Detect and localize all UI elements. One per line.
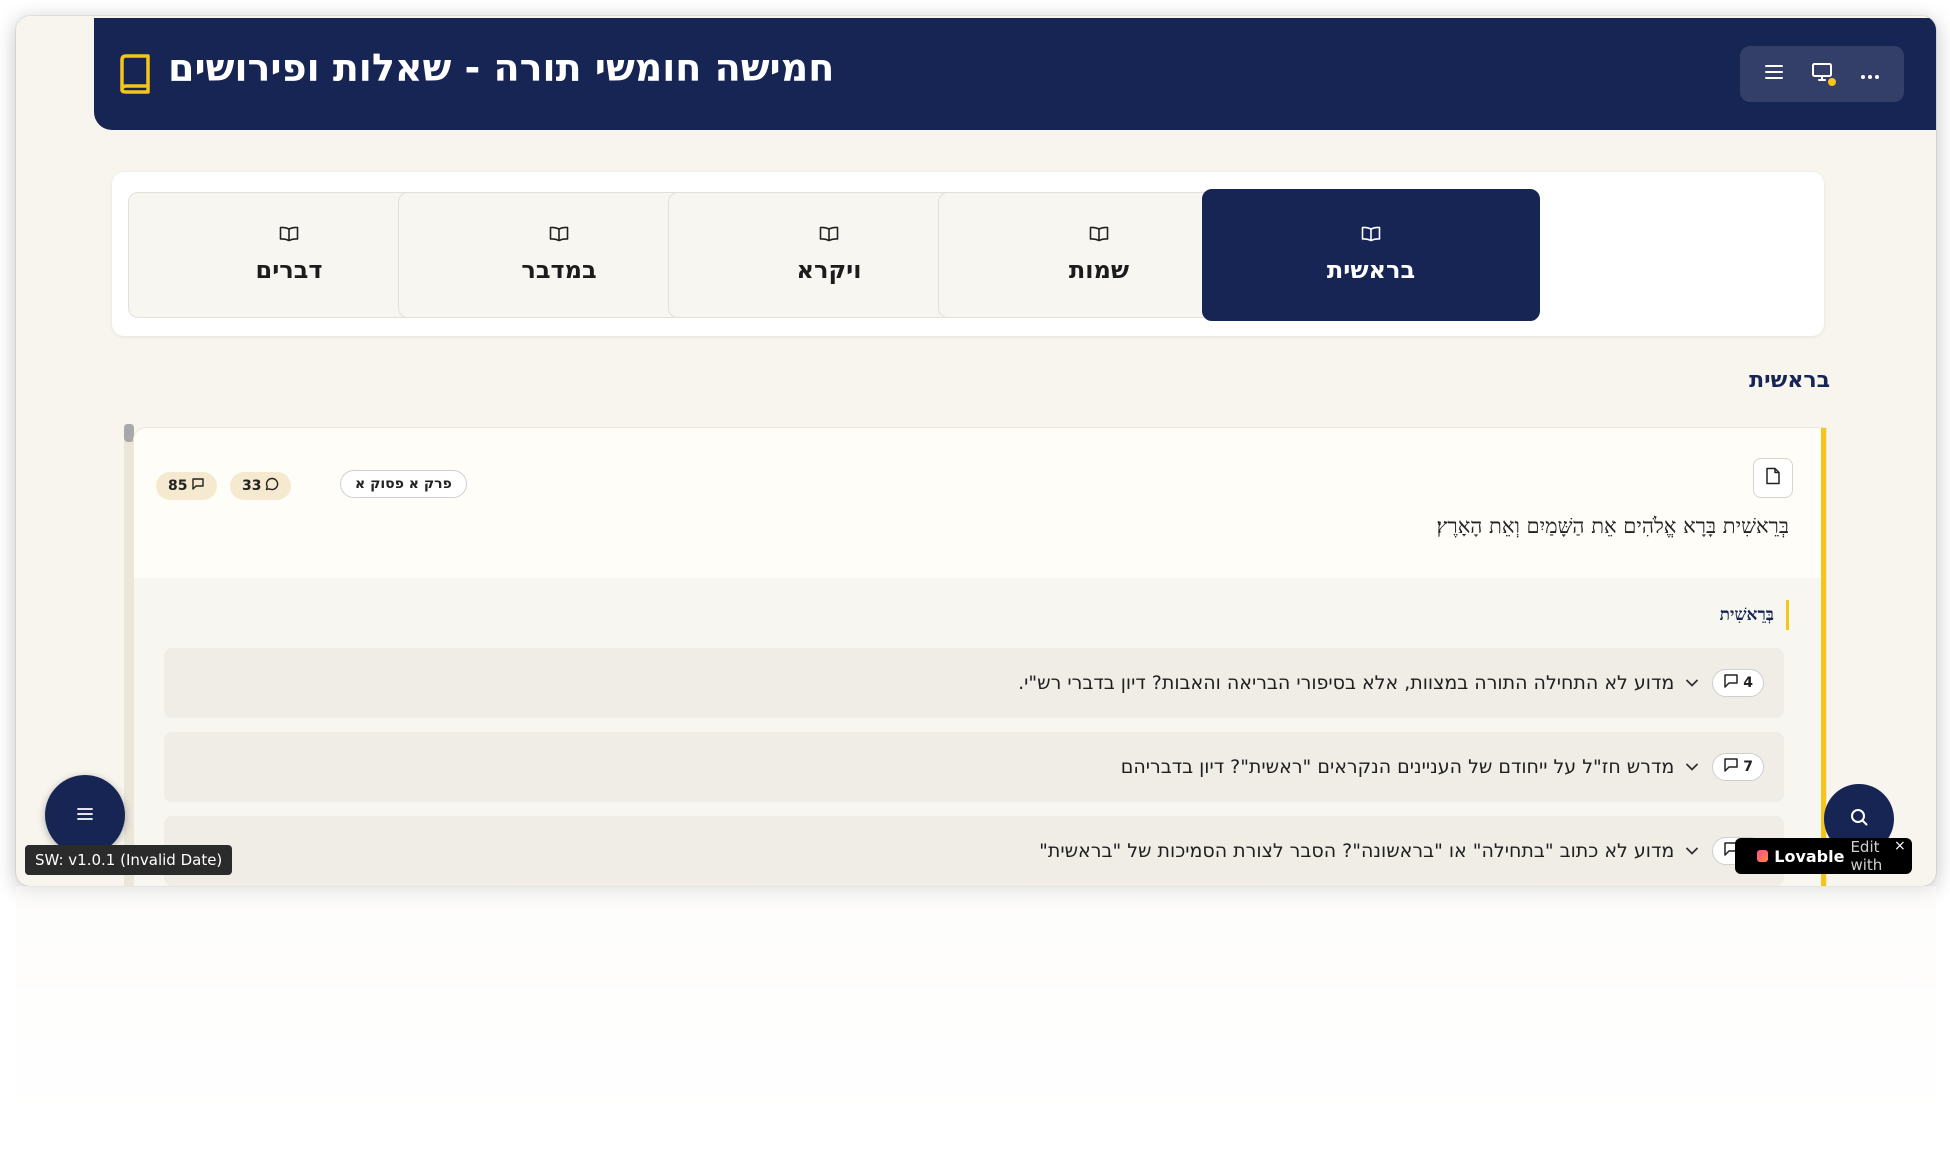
verse-reference-badge: פרק א פסוק א <box>340 470 467 498</box>
reflection-surface <box>16 886 1936 1156</box>
verse-reference: פרק א פסוק א <box>355 476 452 492</box>
more-button[interactable] <box>1850 54 1890 94</box>
file-icon <box>1765 467 1781 489</box>
comments-count-badge: 85 <box>156 472 218 500</box>
open-book-icon <box>1089 226 1109 246</box>
scrollbar-thumb[interactable] <box>124 424 134 442</box>
question-text: מדוע לא התחילה התורה במצוות, אלא בסיפורי… <box>1018 672 1675 694</box>
question-text: מדרש חז"ל על ייחודם של העניינים הנקראים … <box>1120 756 1675 778</box>
book-icon <box>118 54 152 98</box>
reflection-fade <box>16 886 1936 1156</box>
open-book-icon <box>279 226 299 246</box>
tab-label: במדבר <box>521 256 597 284</box>
tab-label: בראשית <box>1326 256 1416 284</box>
question-count: 7 <box>1743 759 1753 775</box>
chevron-down-icon <box>1686 847 1699 855</box>
more-icon <box>1860 65 1880 84</box>
chevron-down-icon <box>1686 763 1699 771</box>
menu-icon <box>1764 64 1784 84</box>
service-worker-badge: SW: v1.0.1 (Invalid Date) <box>25 845 233 875</box>
search-icon <box>1849 807 1869 831</box>
open-book-icon <box>819 226 839 246</box>
lovable-brand: Lovable <box>1774 846 1845 866</box>
discussions-count: 33 <box>242 478 262 494</box>
lovable-logo-icon <box>1757 850 1769 862</box>
question-row[interactable]: 4 מדוע לא התחילה התורה במצוות, אלא בסיפו… <box>164 648 1784 718</box>
app-header: חמישה חומשי תורה - שאלות ופירושים <box>94 18 1936 130</box>
section-title: בראשית <box>1749 368 1830 393</box>
book-tabs: דברים במדבר ויקרא שמות בראשית <box>112 172 1824 336</box>
verse-text: בְּרֵאשִׁית בָּרָא אֱלֹהִים אֵת הַשָּׁמַ… <box>1436 514 1789 538</box>
tab-label: ויקרא <box>796 256 862 284</box>
question-text: מדוע לא כתוב "בתחילה" או "בראשונה"? הסבר… <box>1039 840 1675 862</box>
document-button[interactable] <box>1753 458 1793 498</box>
menu-icon <box>76 806 94 825</box>
close-icon[interactable]: × <box>1894 838 1906 854</box>
question-count-badge: 4 <box>1712 669 1764 697</box>
message-square-icon <box>1723 757 1739 777</box>
display-button[interactable] <box>1802 54 1842 94</box>
menu-button[interactable] <box>1754 54 1794 94</box>
message-square-icon <box>1723 673 1739 693</box>
word-label: בְּרֵאשִׁית <box>1720 600 1789 630</box>
page-title: חמישה חומשי תורה - שאלות ופירושים <box>168 46 835 90</box>
app-window: חמישה חומשי תורה - שאלות ופירושים דברים … <box>16 16 1936 886</box>
message-square-icon <box>191 477 205 495</box>
header-toolbar <box>1740 46 1904 102</box>
notification-dot <box>1828 78 1836 86</box>
question-row[interactable]: 6 מדוע לא כתוב "בתחילה" או "בראשונה"? הס… <box>164 816 1784 886</box>
screen: חמישה חומשי תורה - שאלות ופירושים דברים … <box>0 0 1950 1159</box>
window-reflection <box>16 886 1936 1156</box>
discussions-count-badge: 33 <box>230 472 292 500</box>
question-count: 4 <box>1743 675 1753 691</box>
verse-card-header: 85 33 פרק א פסוק א בְּרֵאשִׁית בָּרָא אֱ… <box>134 428 1821 578</box>
open-book-icon <box>1361 226 1381 246</box>
question-count-badge: 7 <box>1712 753 1764 781</box>
floating-menu-button[interactable] <box>45 775 125 855</box>
verse-card: 85 33 פרק א פסוק א בְּרֵאשִׁית בָּרָא אֱ… <box>134 428 1826 886</box>
questions-section: בְּרֵאשִׁית 4 מדוע לא התחילה התורה במצוו… <box>134 578 1821 886</box>
tab-label: דברים <box>255 256 323 284</box>
scrollbar-track[interactable] <box>124 424 134 886</box>
message-circle-icon <box>265 477 279 495</box>
question-row[interactable]: 7 מדרש חז"ל על ייחודם של העניינים הנקראי… <box>164 732 1784 802</box>
tab-bereshit[interactable]: בראשית <box>1202 189 1540 321</box>
open-book-icon <box>549 226 569 246</box>
comments-count: 85 <box>168 478 188 494</box>
edit-with-lovable-badge[interactable]: Lovable Edit with <box>1735 838 1912 874</box>
tab-label: שמות <box>1068 256 1130 284</box>
chevron-down-icon <box>1686 679 1699 687</box>
